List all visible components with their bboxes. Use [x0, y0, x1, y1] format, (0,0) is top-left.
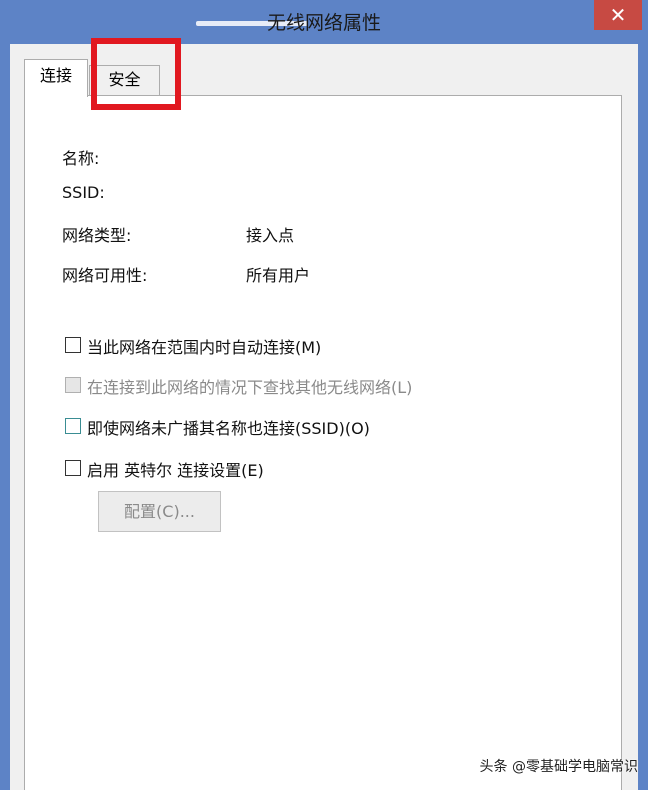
close-icon: ✕: [609, 3, 627, 27]
find-other-networks-checkbox: [65, 377, 81, 393]
network-availability-label: 网络可用性:: [62, 266, 148, 285]
intel-settings-label[interactable]: 启用 英特尔 连接设置(E): [87, 457, 264, 481]
configure-button[interactable]: 配置(C)...: [98, 491, 221, 532]
auto-connect-checkbox[interactable]: [65, 337, 81, 353]
network-availability-value: 所有用户: [246, 266, 311, 285]
intel-settings-checkbox[interactable]: [65, 460, 81, 476]
auto-connect-label[interactable]: 当此网络在范围内时自动连接(M): [87, 334, 321, 358]
security-tab-highlight-box: [91, 38, 181, 110]
find-other-networks-label: 在连接到此网络的情况下查找其他无线网络(L): [87, 378, 413, 397]
close-button[interactable]: ✕: [594, 0, 642, 30]
connection-panel: 名称: SSID: 网络类型: 接入点 网络可用性: 所有用户 当此网络在范围内…: [24, 95, 622, 790]
hidden-ssid-label[interactable]: 即使网络未广播其名称也连接(SSID)(O): [87, 415, 370, 439]
hidden-ssid-checkbox[interactable]: [65, 418, 81, 434]
name-label: 名称:: [62, 149, 100, 168]
dialog-client-area: 连接 安全 名称: SSID: 网络类型: 接入点 网络可用性: 所有用户 当此…: [10, 38, 638, 790]
watermark: 头条 @零基础学电脑常识: [479, 759, 638, 775]
network-type-value: 接入点: [246, 226, 295, 245]
tab-connection[interactable]: 连接: [24, 59, 88, 97]
properties-window: 无线网络属性 ✕ 连接 安全 名称: SSID: 网络类型: 接入点 网络可用性…: [0, 0, 648, 790]
window-title: 无线网络属性: [266, 12, 381, 34]
ssid-label: SSID:: [62, 183, 105, 202]
network-type-label: 网络类型:: [62, 226, 132, 245]
